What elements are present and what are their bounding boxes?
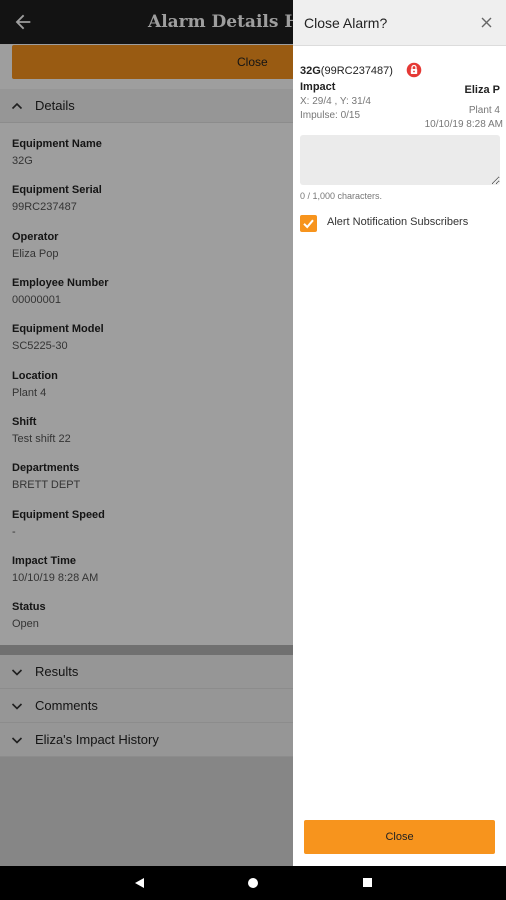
impulse-text: Impulse: 0/15 (300, 110, 361, 121)
close-alarm-drawer: Close Alarm? 32G(99RC237487) Impact Eliz… (293, 0, 506, 866)
drawer-header: Close Alarm? (293, 0, 506, 46)
impact-coordinates: X: 29/4 , Y: 31/4 (300, 96, 371, 107)
close-icon[interactable] (481, 17, 492, 28)
comment-input[interactable] (300, 135, 500, 185)
checkmark-icon (303, 219, 314, 229)
notify-subscribers-label: Alert Notification Subscribers (327, 216, 469, 228)
equipment-name: 32G (300, 65, 321, 77)
nav-back-icon[interactable] (135, 878, 144, 888)
operator-name: Eliza P (464, 84, 500, 96)
location-text: Plant 4 (468, 105, 500, 116)
nav-home-icon[interactable] (248, 878, 258, 888)
event-type: Impact (300, 81, 336, 93)
system-nav-bar (0, 866, 506, 900)
equipment-serial: (99RC237487) (320, 65, 393, 77)
confirm-close-button[interactable]: Close (304, 820, 495, 854)
equipment-identifier: 32G(99RC237487) (300, 65, 393, 77)
impact-datetime: 10/10/19 8:28 AM (424, 119, 503, 130)
character-count: 0 / 1,000 characters. (300, 191, 383, 201)
nav-recents-icon[interactable] (363, 878, 372, 887)
lock-icon (406, 62, 422, 78)
confirm-close-label: Close (385, 831, 414, 843)
drawer-title: Close Alarm? (304, 15, 388, 31)
notify-subscribers-checkbox[interactable] (300, 215, 317, 232)
